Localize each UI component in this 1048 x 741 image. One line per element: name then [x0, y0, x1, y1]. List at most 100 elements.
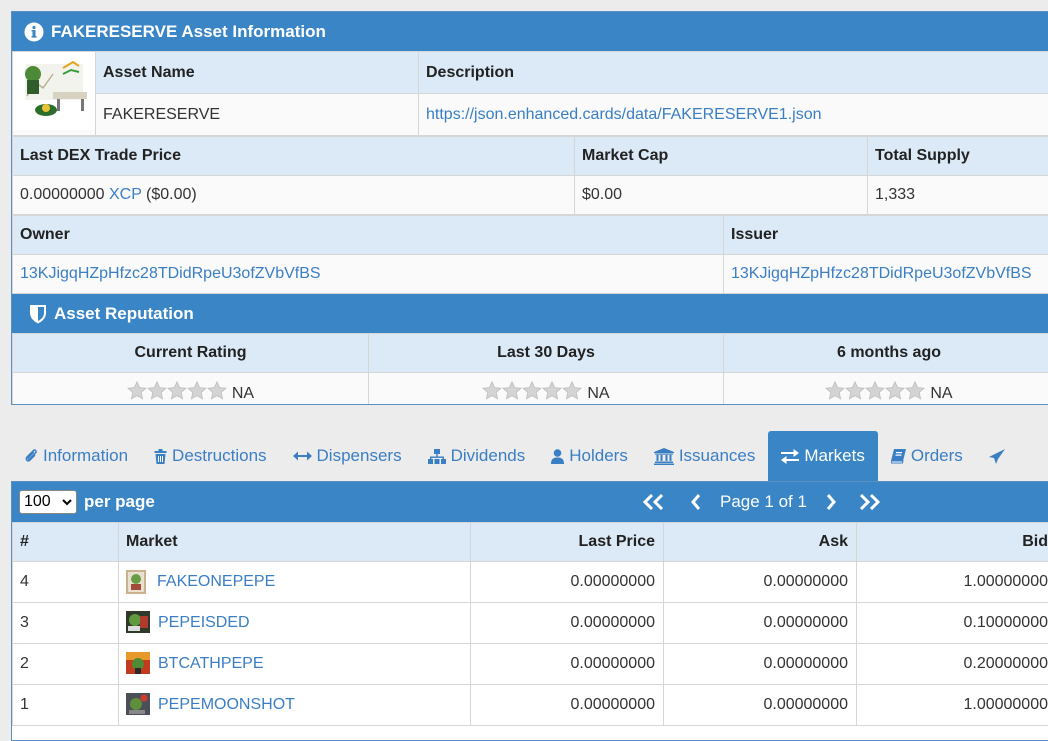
tab-dispensers[interactable]: Dispensers [280, 431, 415, 481]
per-page-control: 100 per page [19, 490, 155, 514]
last-price-value: 0.00000000 [20, 186, 105, 203]
asset-thumbnail [126, 611, 150, 635]
reputation-header: Asset Reputation [12, 294, 1048, 333]
bid-cell: 0.10000000 [857, 603, 1048, 644]
markets-toolbar: 100 per page Page 1 of 1 [12, 482, 1048, 522]
asset-name-value: FAKERESERVE [96, 94, 419, 136]
asset-name-label: Asset Name [96, 52, 419, 94]
bid-cell: 1.00000000 [857, 562, 1048, 603]
reputation-title: Asset Reputation [54, 304, 194, 324]
market-link[interactable]: BTCATHPEPE [158, 655, 264, 673]
tab-dividends[interactable]: Dividends [415, 431, 539, 481]
tab-holders-label: Holders [569, 446, 628, 466]
asset-info-title: FAKERESERVE Asset Information [51, 22, 326, 42]
per-page-value: 100 [24, 493, 51, 511]
last-price-label: Last DEX Trade Price [13, 137, 575, 176]
star-rating-icon [825, 381, 925, 400]
tab-more[interactable] [976, 431, 1010, 481]
table-row: 1 PEPEMOONSHOT 0.00000000 0.00000000 1.0… [13, 685, 1048, 726]
total-supply-label: Total Supply [868, 137, 1048, 176]
tab-information[interactable]: Information [11, 431, 141, 481]
row-number: 4 [13, 562, 119, 603]
exchange-icon [781, 449, 799, 464]
six-months-cell: NA [724, 373, 1048, 406]
table-row: 4 FAKEONEPEPE 0.00000000 0.00000000 1.00… [13, 562, 1048, 603]
last-30-days-cell: NA [369, 373, 724, 406]
last-page-icon[interactable] [857, 494, 881, 510]
info-circle-icon [24, 22, 44, 42]
current-rating-cell: NA [13, 373, 369, 406]
bid-cell: 1.00000000 [857, 685, 1048, 726]
markets-panel: 100 per page Page 1 of 1 # Market Last P… [11, 481, 1048, 741]
owner-label: Owner [13, 216, 724, 255]
tab-issuances-label: Issuances [679, 446, 756, 466]
bid-cell: 0.20000000 [857, 644, 1048, 685]
tab-destructions[interactable]: Destructions [141, 431, 279, 481]
market-link[interactable]: FAKEONEPEPE [157, 573, 275, 591]
current-rating-label: Current Rating [13, 334, 369, 373]
tab-destructions-label: Destructions [172, 446, 266, 466]
tab-dispensers-label: Dispensers [317, 446, 402, 466]
arrows-h-icon [293, 450, 312, 462]
issuer-label: Issuer [724, 216, 1048, 255]
ask-cell: 0.00000000 [664, 562, 857, 603]
asset-info-panel: FAKERESERVE Asset Information [11, 11, 1048, 405]
tab-markets[interactable]: Markets [768, 431, 877, 481]
last-price-cell: 0.00000000 [471, 685, 664, 726]
first-page-icon[interactable] [642, 494, 666, 510]
tab-orders[interactable]: Orders [878, 431, 976, 481]
asset-name-table: Asset Name Description FAKERESERVE https… [12, 51, 1048, 136]
total-supply-value: 1,333 [868, 176, 1048, 215]
paperclip-icon [24, 448, 38, 464]
shield-icon [29, 304, 47, 324]
col-last-price-header: Last Price [471, 523, 664, 562]
asset-thumbnail [126, 652, 150, 676]
tab-markets-label: Markets [804, 446, 864, 466]
issuer-address-link[interactable]: 13KJigqHZpHfzc28TDidRpeU3ofZVbVfBS [731, 265, 1032, 282]
asset-thumbnail [126, 570, 146, 594]
col-ask-header: Ask [664, 523, 857, 562]
tab-orders-label: Orders [911, 446, 963, 466]
col-number-header: # [13, 523, 119, 562]
last-price-usd: ($0.00) [146, 186, 197, 203]
six-months-value: NA [930, 385, 952, 402]
chevron-down-icon [62, 493, 72, 511]
description-label: Description [419, 52, 1048, 94]
market-link[interactable]: PEPEISDED [158, 614, 250, 632]
user-icon [551, 449, 564, 464]
last-price-cell: 0.00000000 XCP ($0.00) [13, 176, 575, 215]
col-market-header: Market [119, 523, 471, 562]
book-icon [891, 449, 906, 464]
trash-icon [154, 449, 167, 464]
owner-table: Owner Issuer 13KJigqHZpHfzc28TDidRpeU3of… [12, 215, 1048, 294]
ask-cell: 0.00000000 [664, 603, 857, 644]
last-30-days-label: Last 30 Days [369, 334, 724, 373]
star-rating-icon [127, 381, 227, 400]
per-page-label: per page [84, 492, 155, 512]
per-page-select[interactable]: 100 [19, 490, 77, 514]
price-table: Last DEX Trade Price Market Cap Total Su… [12, 136, 1048, 215]
owner-address-link[interactable]: 13KJigqHZpHfzc28TDidRpeU3ofZVbVfBS [20, 265, 321, 282]
tab-dividends-label: Dividends [451, 446, 526, 466]
asset-image[interactable] [13, 52, 96, 136]
ask-cell: 0.00000000 [664, 685, 857, 726]
markets-header-row: # Market Last Price Ask Bid [13, 523, 1048, 562]
row-number: 3 [13, 603, 119, 644]
table-row: 2 BTCATHPEPE 0.00000000 0.00000000 0.200… [13, 644, 1048, 685]
asset-thumbnail [126, 693, 150, 717]
asset-tabs: Information Destructions Dispensers Divi… [11, 431, 1048, 481]
reputation-table: Current Rating Last 30 Days 6 months ago… [12, 333, 1048, 405]
paper-plane-icon [989, 449, 1005, 464]
xcp-link[interactable]: XCP [109, 186, 142, 203]
description-link[interactable]: https://json.enhanced.cards/data/FAKERES… [426, 106, 822, 123]
tab-issuances[interactable]: Issuances [641, 431, 769, 481]
next-page-icon[interactable] [825, 494, 837, 510]
page-indicator: Page 1 of 1 [720, 492, 807, 512]
asset-info-header: FAKERESERVE Asset Information [12, 12, 1048, 51]
row-number: 1 [13, 685, 119, 726]
tab-holders[interactable]: Holders [538, 431, 641, 481]
market-cap-label: Market Cap [575, 137, 868, 176]
prev-page-icon[interactable] [690, 494, 702, 510]
market-link[interactable]: PEPEMOONSHOT [158, 696, 295, 714]
last-price-cell: 0.00000000 [471, 562, 664, 603]
